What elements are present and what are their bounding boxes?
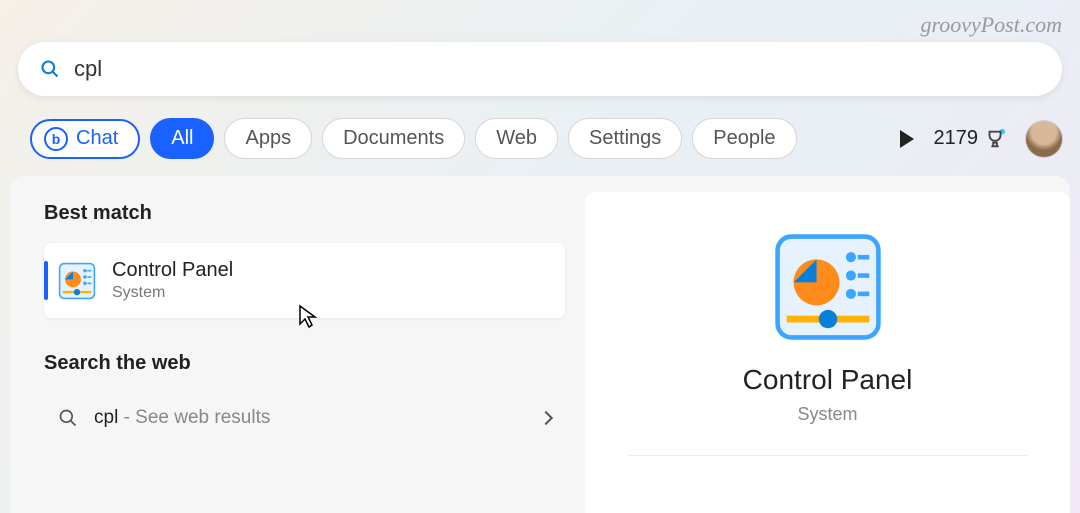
web-result-item[interactable]: cpl - See web results: [44, 393, 565, 443]
detail-subtitle: System: [797, 404, 857, 425]
detail-pane: Control Panel System: [585, 192, 1070, 513]
results-panel: Best match Control Panel System Search t…: [10, 176, 1070, 513]
web-hint: - See web results: [118, 407, 270, 428]
bing-icon: b: [44, 127, 68, 151]
more-filters-icon[interactable]: [900, 130, 914, 148]
search-icon: [40, 59, 60, 79]
control-panel-icon: [58, 262, 96, 300]
search-bar[interactable]: [18, 42, 1062, 96]
user-avatar[interactable]: [1026, 121, 1062, 157]
search-web-heading: Search the web: [44, 352, 565, 375]
rewards-points[interactable]: 2179: [934, 127, 1007, 150]
result-subtitle: System: [112, 284, 233, 302]
web-query: cpl: [94, 407, 118, 428]
filter-people[interactable]: People: [692, 118, 796, 159]
filter-web[interactable]: Web: [475, 118, 558, 159]
result-title: Control Panel: [112, 259, 233, 282]
chat-label: Chat: [76, 127, 118, 150]
search-icon: [58, 408, 78, 428]
filter-all[interactable]: All: [150, 118, 214, 159]
best-match-heading: Best match: [44, 202, 565, 225]
search-input[interactable]: [74, 56, 1040, 82]
web-result-text: cpl - See web results: [94, 407, 270, 429]
header-right: 2179: [900, 121, 1063, 157]
filter-row: b Chat All Apps Documents Web Settings P…: [30, 118, 1062, 159]
result-item-control-panel[interactable]: Control Panel System: [44, 243, 565, 318]
filter-documents[interactable]: Documents: [322, 118, 465, 159]
divider: [627, 455, 1028, 456]
points-value: 2179: [934, 127, 979, 150]
watermark-text: groovyPost.com: [920, 12, 1062, 38]
filter-apps[interactable]: Apps: [224, 118, 312, 159]
trophy-icon: [984, 128, 1006, 150]
control-panel-icon: [773, 232, 883, 342]
filter-settings[interactable]: Settings: [568, 118, 682, 159]
chat-button[interactable]: b Chat: [30, 119, 140, 159]
result-item-text: Control Panel System: [112, 259, 233, 302]
results-left-column: Best match Control Panel System Search t…: [10, 176, 575, 513]
chevron-right-icon: [539, 411, 553, 425]
detail-title: Control Panel: [743, 364, 913, 396]
